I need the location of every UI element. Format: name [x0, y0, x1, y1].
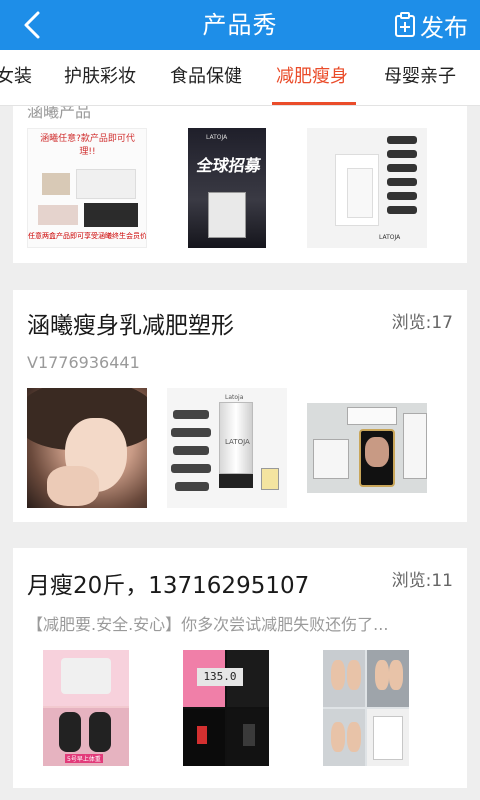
- post-image[interactable]: 135.0: [183, 650, 269, 766]
- post-image[interactable]: [27, 388, 147, 508]
- post-title: 涵曦瘦身乳减肥塑形: [27, 313, 234, 339]
- image-caption: 全球招募: [195, 156, 263, 175]
- post-image[interactable]: LATOJA: [307, 128, 427, 248]
- category-tabs: 女装 护肤彩妆 食品保健 减肥瘦身 母婴亲子: [0, 50, 480, 106]
- post-image[interactable]: [307, 403, 427, 493]
- back-button[interactable]: [18, 9, 48, 41]
- post-subtitle: 【减肥要.安全.安心】你多次尝试减肥失败还伤了...: [27, 615, 389, 634]
- active-tab-indicator: [272, 102, 356, 105]
- post-image[interactable]: 涵曦任意?款产品即可代理!! 任意两盒产品即可享受涵曦终生会员价: [27, 128, 147, 248]
- image-caption: LATOJA: [379, 234, 401, 241]
- post-image[interactable]: [323, 650, 409, 766]
- post-card-3[interactable]: 月瘦20斤，13716295107 浏览:11 【减肥要.安全.安心】你多次尝试…: [13, 548, 467, 788]
- view-count: 浏览:17: [391, 313, 453, 333]
- publish-label: 发布: [420, 13, 468, 42]
- top-app-bar: 产品秀 发布: [0, 0, 480, 50]
- tab-womens-clothing[interactable]: 女装: [0, 50, 32, 105]
- clipboard-plus-icon: [395, 12, 415, 37]
- post-image[interactable]: LATOJA Latoja: [167, 388, 287, 508]
- post-card-1[interactable]: 涵曦产品 涵曦任意?款产品即可代理!! 任意两盒产品即可享受涵曦终生会员价 LA…: [13, 106, 467, 263]
- post-title: 月瘦20斤，13716295107: [27, 573, 310, 599]
- image-caption: 任意两盒产品即可享受涵曦终生会员价: [28, 232, 146, 240]
- image-caption: Latoja: [225, 394, 244, 401]
- post-subtitle: V1776936441: [27, 353, 140, 372]
- scale-reading: 135.0: [197, 668, 243, 686]
- app-screen: 产品秀 发布 女装 护肤彩妆 食品保健 减肥瘦身 母婴亲子 涵曦产品 涵曦任意?…: [0, 0, 480, 800]
- tab-mother-baby[interactable]: 母婴亲子: [384, 50, 456, 105]
- image-caption: 5号早上体重: [65, 754, 103, 763]
- post-text-clipped: 涵曦产品: [27, 106, 92, 121]
- view-count: 浏览:11: [391, 571, 453, 591]
- post-image[interactable]: LATOJA 全球招募: [188, 128, 266, 248]
- tab-health-food[interactable]: 食品保健: [170, 50, 242, 105]
- post-card-2[interactable]: 涵曦瘦身乳减肥塑形 浏览:17 V1776936441 LATOJA Latoj…: [13, 290, 467, 522]
- tab-weight-loss[interactable]: 减肥瘦身: [276, 50, 348, 105]
- image-caption: LATOJA: [206, 134, 228, 141]
- image-caption: 涵曦任意?款产品即可代理!!: [40, 134, 135, 157]
- publish-button[interactable]: 发布: [394, 6, 468, 44]
- chevron-left-icon: [24, 11, 40, 39]
- tab-skincare-makeup[interactable]: 护肤彩妆: [64, 50, 136, 105]
- post-image[interactable]: 5号早上体重: [43, 650, 129, 766]
- image-caption: LATOJA: [225, 438, 250, 446]
